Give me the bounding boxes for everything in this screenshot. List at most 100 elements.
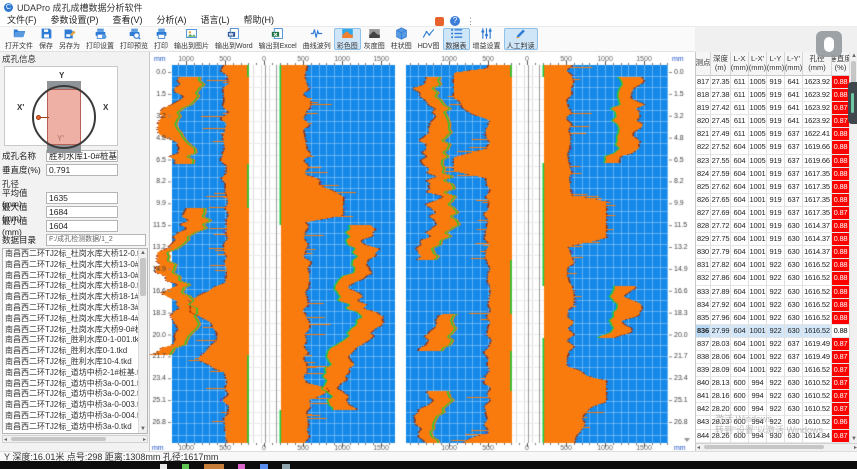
scroll-down-icon[interactable]: ▼ bbox=[851, 435, 857, 443]
table-row[interactable]: 82027.4561110059196411623.920.87 bbox=[696, 115, 857, 128]
scroll-up-icon[interactable]: ▲ bbox=[140, 249, 146, 257]
verticality-value[interactable]: 0.791 bbox=[46, 164, 118, 176]
toolbar-color-map-button[interactable]: 彩色图 bbox=[334, 28, 361, 50]
taskbar-app-icon[interactable] bbox=[182, 464, 189, 469]
taskbar-app-icon[interactable] bbox=[160, 464, 167, 469]
toolbar-print-preview-button[interactable]: 打印预览 bbox=[117, 28, 151, 50]
windows-taskbar[interactable] bbox=[0, 461, 857, 469]
toolbar-export-excel-button[interactable]: 输出到Excel bbox=[256, 28, 300, 50]
file-list-item[interactable]: 南昌西二环TJ2标_杜岗水库大桥13-0#桩基 bbox=[3, 271, 138, 282]
table-row[interactable]: 83527.9660410019226301616.520.88 bbox=[696, 312, 857, 325]
file-list-item[interactable]: 南昌西二环TJ2标_道坊中桥3a-0-004.tkd bbox=[3, 411, 138, 422]
table-row[interactable]: 82927.7560410019196301614.370.88 bbox=[696, 233, 857, 246]
table-row[interactable]: 83627.9960410019226301616.520.88 bbox=[696, 325, 857, 338]
toolbar-waveform-button[interactable]: 曲线波列 bbox=[300, 28, 334, 50]
file-list-item[interactable]: 南昌西二环TJ2标_胜利水库0-1.tkd bbox=[3, 346, 138, 357]
file-list[interactable]: 南昌西二环TJ2标_杜岗水库大桥12-0.tkd南昌西二环TJ2标_杜岗水库大桥… bbox=[2, 248, 148, 434]
table-row[interactable]: 81727.3561110059196411623.920.88 bbox=[696, 76, 857, 89]
file-list-item[interactable]: 南昌西二环TJ2标_道坊中桥3a-0-003.tkd bbox=[3, 400, 138, 411]
table-row[interactable]: 83227.8660410019226301616.520.88 bbox=[696, 272, 857, 285]
scrollbar-thumb[interactable] bbox=[140, 258, 146, 296]
file-list-item[interactable]: 南昌西二环TJ2标_杜岗水库大桥18-1#桩基 bbox=[3, 292, 138, 303]
scroll-right-icon[interactable]: ▸ bbox=[143, 436, 146, 444]
column-header-1[interactable]: 深度(m) bbox=[711, 52, 731, 75]
menu-item-4[interactable]: 语言(L) bbox=[194, 14, 237, 27]
file-list-item[interactable]: 南昌西二环TJ2标_杜岗水库大桥18-4#桩基 bbox=[3, 314, 138, 325]
column-header-3[interactable]: L-X'(mm) bbox=[749, 52, 767, 75]
table-row[interactable]: 82627.6560410019196371617.350.88 bbox=[696, 194, 857, 207]
menu-item-0[interactable]: 文件(F) bbox=[0, 14, 44, 27]
screen-edge-widget[interactable] bbox=[848, 82, 857, 124]
app-orange-icon[interactable] bbox=[435, 17, 444, 26]
sonar-profile-canvas[interactable] bbox=[150, 52, 695, 451]
file-list-item[interactable]: 南昌西二环TJ2标_杜岗水库大桥18-0.tkd bbox=[3, 281, 138, 292]
toolbar-print-button[interactable]: 打印 bbox=[151, 28, 171, 50]
table-row[interactable]: 82827.7260410019196301614.370.88 bbox=[696, 220, 857, 233]
file-list-horizontal-scrollbar[interactable]: ◂ ▸ bbox=[2, 435, 148, 443]
toolbar-manual-read-button[interactable]: 人工判读 bbox=[504, 28, 538, 50]
table-row[interactable]: 83127.8260410019226301616.520.88 bbox=[696, 259, 857, 272]
scroll-down-icon[interactable]: ▼ bbox=[140, 425, 146, 433]
menu-item-1[interactable]: 参数设置(P) bbox=[44, 14, 106, 27]
table-row[interactable]: 81927.4261110059196411623.920.87 bbox=[696, 102, 857, 115]
diameter-max-value[interactable]: 1684 bbox=[46, 206, 118, 218]
toolbar-hdv-chart-button[interactable]: HDV图 bbox=[415, 28, 443, 50]
file-list-item[interactable]: 南昌西二环TJ2标_道坊中桥3a-0-002.tkd bbox=[3, 389, 138, 400]
help-icon[interactable]: ? bbox=[450, 16, 460, 26]
toolbar-gain-settings-button[interactable]: 增益设置 bbox=[470, 28, 504, 50]
scrollbar-thumb[interactable] bbox=[11, 437, 106, 441]
table-row[interactable]: 84128.166009949226301610.520.87 bbox=[696, 390, 857, 403]
table-row[interactable]: 84428.266009949306301614.840.87 bbox=[696, 430, 857, 443]
file-list-item[interactable]: 南昌西二环TJ2标_杜岗水库大桥9-0#桩基 bbox=[3, 325, 138, 336]
table-row[interactable]: 81827.3861110059196411623.920.88 bbox=[696, 89, 857, 102]
table-row[interactable]: 82727.6960410019196371617.350.87 bbox=[696, 207, 857, 220]
table-row[interactable]: 84028.136009949226301610.520.87 bbox=[696, 377, 857, 390]
file-list-item[interactable]: 南昌西二环TJ2标_胜利水库0-1-001.tkd bbox=[3, 335, 138, 346]
toolbar-open-file-button[interactable]: 打开文件 bbox=[2, 28, 36, 50]
table-horizontal-scrollbar[interactable]: ◂ ▸ bbox=[696, 443, 857, 451]
file-list-item[interactable]: 南昌西二环TJ2标_胜利水库10-4.tkd bbox=[3, 357, 138, 368]
more-icon[interactable]: ⋮ bbox=[466, 16, 475, 26]
menu-item-2[interactable]: 查看(V) bbox=[106, 14, 150, 27]
file-list-item[interactable]: 南昌西二环TJ2标_道坊中桥2-1#桩基.tkd bbox=[3, 368, 138, 379]
table-row[interactable]: 84328.236009949226301610.520.86 bbox=[696, 416, 857, 429]
taskbar-app-icon[interactable] bbox=[282, 464, 290, 469]
column-header-0[interactable]: 测点 bbox=[696, 52, 711, 75]
diameter-average-value[interactable]: 1635 bbox=[46, 192, 118, 204]
scroll-up-icon[interactable]: ▲ bbox=[851, 52, 857, 60]
table-row[interactable]: 83928.0960410019226301616.520.87 bbox=[696, 364, 857, 377]
toolbar-gray-map-button[interactable]: 灰度图 bbox=[361, 28, 388, 50]
table-row[interactable]: 83828.0660410019226371619.490.87 bbox=[696, 351, 857, 364]
data-directory-value[interactable]: F:/成孔检测数据/1_2 bbox=[46, 234, 146, 246]
menu-item-5[interactable]: 帮助(H) bbox=[237, 14, 282, 27]
table-body[interactable]: 81727.3561110059196411623.920.8881827.38… bbox=[696, 76, 857, 443]
diameter-min-value[interactable]: 1604 bbox=[46, 220, 118, 232]
column-header-4[interactable]: L-Y(mm) bbox=[767, 52, 785, 75]
file-list-item[interactable]: 南昌西二环TJ2标_匝y673分离0a-4.tkd bbox=[3, 433, 138, 434]
toolbar-export-word-button[interactable]: 输出到Word bbox=[212, 28, 256, 50]
menu-item-3[interactable]: 分析(A) bbox=[150, 14, 194, 27]
file-list-item[interactable]: 南昌西二环TJ2标_道坊中桥3a-0.tkd bbox=[3, 422, 138, 433]
toolbar-data-table-button[interactable]: 数据表 bbox=[443, 28, 470, 50]
file-list-item[interactable]: 南昌西二环TJ2标_杜岗水库大桥18-3#.tkd bbox=[3, 303, 138, 314]
toolbar-histogram-3d-button[interactable]: 柱状图 bbox=[388, 28, 415, 50]
taskbar-app-icon[interactable] bbox=[260, 464, 268, 469]
table-row[interactable]: 82327.5560410059196371619.660.88 bbox=[696, 155, 857, 168]
table-row[interactable]: 82427.5960410019196371617.350.88 bbox=[696, 168, 857, 181]
table-row[interactable]: 83728.0360410019226371619.490.87 bbox=[696, 338, 857, 351]
table-row[interactable]: 84228.206009949226301610.520.87 bbox=[696, 403, 857, 416]
toolbar-save-as-button[interactable]: 另存为 bbox=[56, 28, 83, 50]
file-list-vertical-scrollbar[interactable]: ▲ ▼ bbox=[138, 249, 147, 433]
scroll-left-icon[interactable]: ◂ bbox=[4, 436, 7, 444]
table-row[interactable]: 82527.6260410019196371617.350.88 bbox=[696, 181, 857, 194]
table-row[interactable]: 82127.4961110059196371622.410.88 bbox=[696, 128, 857, 141]
toolbar-save-button[interactable]: 保存 bbox=[36, 28, 56, 50]
toolbar-print-setup-button[interactable]: 打印设置 bbox=[83, 28, 117, 50]
file-list-item[interactable]: 南昌西二环TJ2标_杜岗水库大桥13-0#桩基 bbox=[3, 260, 138, 271]
taskbar-app-icon[interactable] bbox=[204, 464, 224, 469]
file-list-item[interactable]: 南昌西二环TJ2标_杜岗水库大桥12-0.tkd bbox=[3, 249, 138, 260]
scrollbar-thumb[interactable] bbox=[704, 445, 824, 449]
scroll-left-icon[interactable]: ◂ bbox=[697, 444, 700, 451]
toolbar-export-image-button[interactable]: 输出到图片 bbox=[171, 28, 212, 50]
column-header-2[interactable]: L-X(mm) bbox=[731, 52, 749, 75]
